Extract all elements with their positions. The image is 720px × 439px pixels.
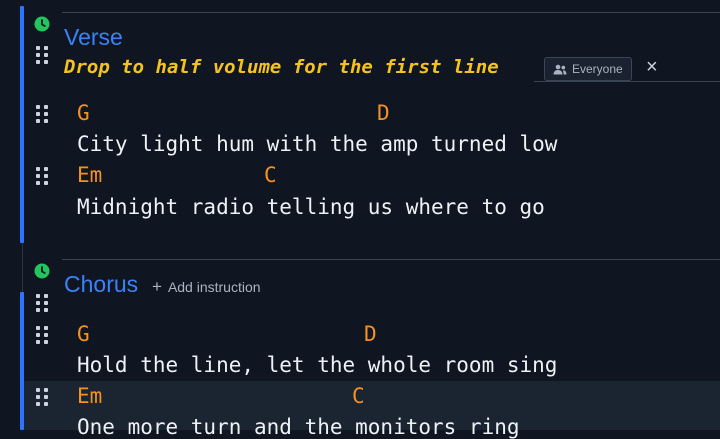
chord[interactable]: C <box>352 384 365 408</box>
section-title-verse: Verse <box>64 24 123 50</box>
lyric-line[interactable]: City light hum with the amp turned low <box>77 132 557 156</box>
clock-icon <box>34 16 50 32</box>
drag-handle-icon[interactable] <box>36 167 48 185</box>
add-instruction-label: Add instruction <box>167 279 261 295</box>
section-title-chorus: Chorus <box>64 271 139 297</box>
drag-handle-icon[interactable] <box>36 105 48 123</box>
chord[interactable]: Em <box>77 384 102 408</box>
section-divider <box>62 12 720 13</box>
accent-bar <box>20 6 24 243</box>
lyric-line[interactable]: Hold the line, let the whole room sing <box>77 353 557 377</box>
chord[interactable]: G <box>77 322 90 346</box>
add-instruction-button[interactable]: + Add instruction <box>152 277 261 296</box>
close-icon[interactable]: × <box>646 57 658 77</box>
drag-handle-icon[interactable] <box>36 326 48 344</box>
section-instruction[interactable]: Drop to half volume for the first line <box>64 56 499 78</box>
chord[interactable]: D <box>364 322 377 346</box>
clock-icon <box>34 263 50 279</box>
drag-handle-icon[interactable] <box>36 294 48 312</box>
plus-icon: + <box>152 277 162 296</box>
chord[interactable]: Em <box>77 163 102 187</box>
section-divider <box>62 259 720 260</box>
chord[interactable]: C <box>264 163 277 187</box>
lyric-line[interactable]: One more turn and the monitors ring <box>77 415 520 439</box>
drag-handle-icon[interactable] <box>36 388 48 406</box>
chord[interactable]: G <box>77 101 90 125</box>
drag-handle-icon[interactable] <box>36 46 48 64</box>
instruction-divider <box>534 81 720 82</box>
people-icon <box>553 64 567 74</box>
chord[interactable]: D <box>377 101 390 125</box>
lyric-line[interactable]: Midnight radio telling us where to go <box>77 195 545 219</box>
audience-badge-label: Everyone <box>572 62 623 76</box>
audience-badge[interactable]: Everyone <box>544 57 632 81</box>
